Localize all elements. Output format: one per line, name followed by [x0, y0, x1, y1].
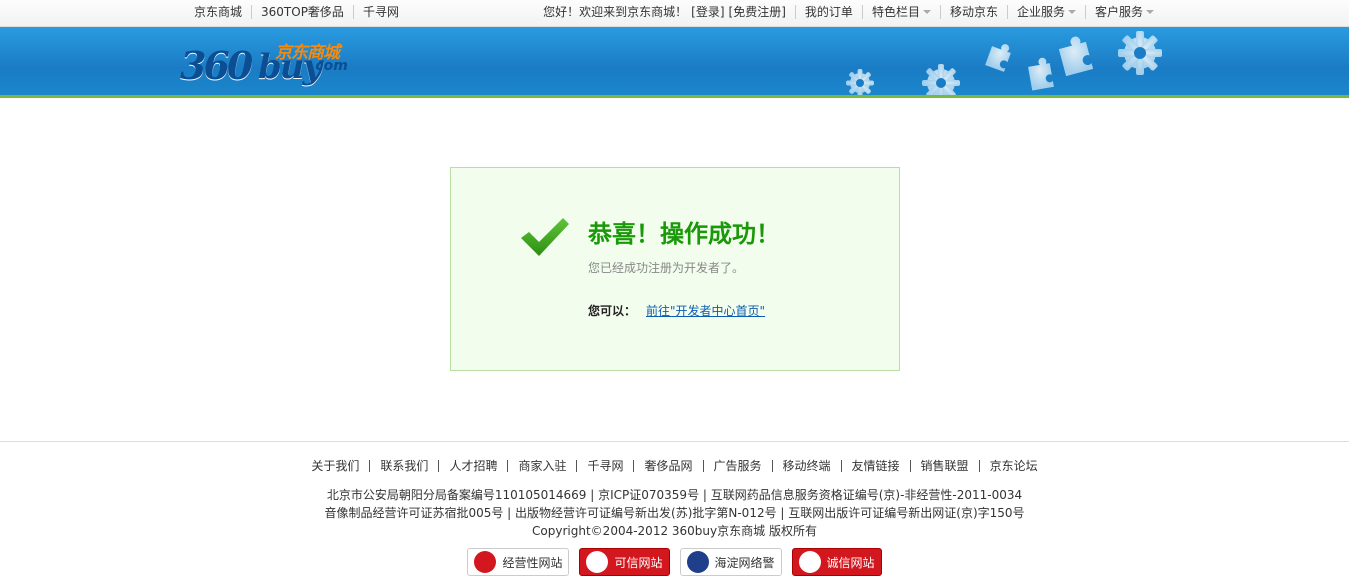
- logo-360: 360: [180, 43, 253, 88]
- welcome-text: 您好！欢迎来到京东商城！: [543, 5, 688, 19]
- checkmark-icon: [521, 218, 569, 256]
- chevron-down-icon: [922, 10, 931, 14]
- footer-nav: 关于我们 联系我们 人才招聘 商家入驻 千寻网 奢侈品网 广告服务 移动终端 友…: [0, 460, 1349, 472]
- special-menu[interactable]: 特色栏目: [861, 5, 940, 19]
- trust-badges: 经营性网站 可信网站 海淀网络警 诚信网站: [0, 548, 1349, 576]
- top-nav-bar: 京东商城 360TOP奢侈品 千寻网 您好！欢迎来到京东商城！ [登录] [免费…: [0, 0, 1349, 27]
- login-link[interactable]: [登录]: [691, 5, 724, 19]
- link-360top[interactable]: 360TOP奢侈品: [251, 5, 353, 19]
- chevron-down-icon: [1146, 10, 1154, 14]
- footer-link-qianxun[interactable]: 千寻网: [576, 460, 633, 472]
- badge-label: 诚信网站: [826, 555, 875, 570]
- welcome-area: 您好！欢迎来到京东商城！ [登录] [免费注册]: [534, 5, 795, 19]
- header-banner: 360 buy 京东商城 .com: [0, 27, 1349, 95]
- footer-divider: [0, 441, 1349, 442]
- footer-link-friends[interactable]: 友情链接: [840, 460, 910, 472]
- success-message: 您已经成功注册为开发者了。: [588, 261, 745, 275]
- chevron-down-icon: [1067, 10, 1076, 14]
- footer-link-forum[interactable]: 京东论坛: [978, 460, 1048, 472]
- enterprise-menu-label: 企业服务: [1016, 5, 1065, 19]
- enterprise-menu[interactable]: 企业服务: [1006, 5, 1085, 19]
- logo-com: .com: [310, 58, 348, 74]
- badge-label: 可信网站: [614, 555, 663, 570]
- badge-label: 海淀网络警: [714, 555, 775, 570]
- footer-link-jobs[interactable]: 人才招聘: [438, 460, 507, 472]
- footer-link-luxury[interactable]: 奢侈品网: [633, 460, 702, 472]
- link-jd-mall[interactable]: 京东商城: [194, 5, 251, 19]
- user-links: 您好！欢迎来到京东商城！ [登录] [免费注册] 我的订单 特色栏目 移动京东 …: [534, 5, 1160, 19]
- badge-business-site[interactable]: 经营性网站: [467, 548, 570, 576]
- footer-copyright: Copyright©2004-2012 360buy京东商城 版权所有: [532, 524, 817, 538]
- options-label: 您可以：: [588, 304, 637, 318]
- register-link[interactable]: [免费注册]: [729, 5, 786, 19]
- shield-icon: [586, 551, 609, 573]
- customer-service-label: 客户服务: [1094, 5, 1143, 19]
- site-logo[interactable]: 360 buy 京东商城 .com: [180, 37, 355, 89]
- badge-label: 经营性网站: [502, 555, 563, 570]
- certificate-icon: [798, 551, 821, 573]
- next-options: 您可以： 前往"开发者中心首页": [588, 302, 765, 319]
- police-icon: [686, 551, 709, 573]
- customer-service-menu[interactable]: 客户服务: [1084, 5, 1160, 19]
- footer-link-affiliate[interactable]: 销售联盟: [909, 460, 979, 472]
- footer-link-contact[interactable]: 联系我们: [369, 460, 438, 472]
- badge-trusted-site[interactable]: 可信网站: [579, 548, 670, 576]
- gear-puzzle-decoration-icon: [846, 31, 1162, 95]
- footer-link-about[interactable]: 关于我们: [301, 460, 369, 472]
- mobile-jd-link[interactable]: 移动京东: [939, 5, 1007, 19]
- footer-license-line-2: 音像制品经营许可证苏宿批005号 | 出版物经营许可证编号新出发(苏)批字第N-…: [324, 506, 1025, 520]
- developer-center-link[interactable]: 前往"开发者中心首页": [646, 302, 765, 319]
- site-links: 京东商城 360TOP奢侈品 千寻网: [194, 5, 408, 19]
- link-qianxun[interactable]: 千寻网: [352, 5, 408, 19]
- mobile-jd-label: 移动京东: [949, 5, 998, 19]
- footer-link-mobile[interactable]: 移动终端: [771, 460, 841, 472]
- header-divider: [0, 95, 1349, 98]
- badge-integrity-site[interactable]: 诚信网站: [791, 548, 882, 576]
- badge-police[interactable]: 海淀网络警: [679, 548, 782, 576]
- footer-license-line-1: 北京市公安局朝阳分局备案编号110105014669 | 京ICP证070359…: [326, 488, 1023, 502]
- footer-link-merchants[interactable]: 商家入驻: [507, 460, 576, 472]
- emblem-icon: [474, 551, 497, 573]
- special-menu-label: 特色栏目: [871, 5, 920, 19]
- my-orders-label: 我的订单: [804, 5, 853, 19]
- my-orders-link[interactable]: 我的订单: [794, 5, 862, 19]
- success-panel: 恭喜！操作成功！ 您已经成功注册为开发者了。 您可以： 前往"开发者中心首页": [450, 167, 900, 371]
- success-title: 恭喜！操作成功！: [588, 220, 780, 248]
- footer-link-ads[interactable]: 广告服务: [702, 460, 772, 472]
